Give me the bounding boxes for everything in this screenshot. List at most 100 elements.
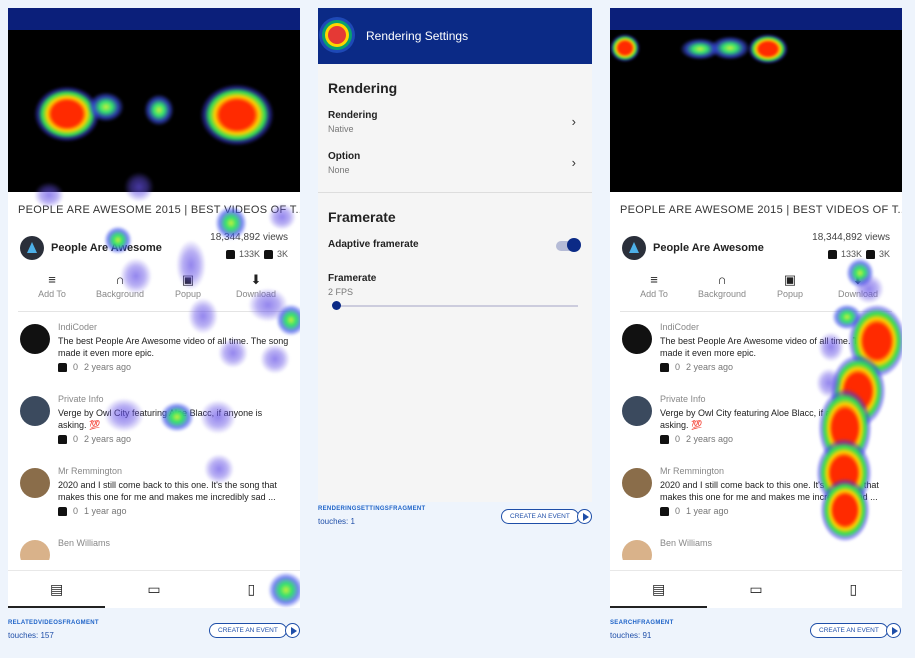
status-bar bbox=[610, 8, 902, 30]
thumb-up-icon[interactable] bbox=[660, 506, 669, 516]
panel-footer: RELATEDVIDEOSFRAGMENT touches: 157 CREAT… bbox=[8, 618, 300, 648]
list-icon: ▭ bbox=[749, 581, 763, 597]
rendering-row[interactable]: Rendering Native › bbox=[318, 104, 592, 145]
like-dislike-row: 133K 3K bbox=[225, 249, 288, 259]
description-tab[interactable]: ▯ bbox=[805, 571, 902, 608]
popup-button[interactable]: ▣ Popup bbox=[154, 272, 222, 311]
app-bar: Rendering Settings bbox=[318, 8, 592, 64]
avatar[interactable] bbox=[20, 396, 50, 426]
related-tab[interactable]: ▭ bbox=[707, 571, 804, 608]
channel-row: People Are Awesome 18,344,892 views 133K… bbox=[610, 228, 902, 272]
comment-user[interactable]: Private Info bbox=[58, 394, 290, 404]
comments-tab[interactable]: ▤ bbox=[8, 571, 106, 608]
dislike-count: 3K bbox=[276, 249, 288, 259]
list-item: IndiCoder The best People Are Awesome vi… bbox=[620, 320, 892, 392]
download-button[interactable]: ⬇ Download bbox=[824, 272, 892, 311]
comment-user[interactable]: Private Info bbox=[660, 394, 892, 404]
bottom-nav: ▤ ▭ ▯ bbox=[8, 570, 300, 608]
avatar[interactable] bbox=[622, 540, 652, 560]
section-title-rendering: Rendering bbox=[328, 80, 398, 96]
avatar[interactable] bbox=[20, 540, 50, 560]
adaptive-framerate-row[interactable]: Adaptive framerate bbox=[318, 233, 592, 267]
list-item: Ben Williams bbox=[18, 536, 290, 560]
comment-list[interactable]: IndiCoder The best People Are Awesome vi… bbox=[610, 312, 902, 560]
thumb-up-icon[interactable] bbox=[225, 249, 235, 259]
add-to-button[interactable]: ≡ Add To bbox=[620, 272, 688, 311]
comment-user[interactable]: IndiCoder bbox=[58, 322, 290, 332]
thumb-up-icon[interactable] bbox=[58, 362, 67, 372]
panel-footer: SEARCHFRAGMENT touches: 91 CREATE AN EVE… bbox=[610, 618, 902, 648]
channel-logo-icon[interactable] bbox=[20, 236, 44, 260]
comment-time: 1 year ago bbox=[84, 506, 127, 516]
avatar[interactable] bbox=[622, 396, 652, 426]
avatar[interactable] bbox=[20, 468, 50, 498]
comment-user[interactable]: Mr Remmington bbox=[660, 466, 892, 476]
related-tab[interactable]: ▭ bbox=[105, 571, 202, 608]
list-item: IndiCoder The best People Are Awesome vi… bbox=[18, 320, 290, 392]
download-label: Download bbox=[235, 289, 277, 299]
video-actions: ≡ Add To ∩ Background ▣ Popup ⬇ Download bbox=[620, 272, 892, 312]
setting-value: None bbox=[328, 165, 350, 175]
like-count: 133K bbox=[840, 249, 862, 259]
list-item: Private Info Verge by Owl City featuring… bbox=[18, 392, 290, 464]
download-icon: ⬇ bbox=[852, 272, 864, 287]
video-player[interactable] bbox=[610, 30, 902, 192]
avatar[interactable] bbox=[622, 468, 652, 498]
setting-value: Native bbox=[328, 124, 354, 134]
avatar[interactable] bbox=[622, 324, 652, 354]
comment-time: 2 years ago bbox=[686, 434, 734, 444]
background-button[interactable]: ∩ Background bbox=[688, 272, 756, 311]
comment-user[interactable]: Ben Williams bbox=[58, 538, 290, 548]
list-icon: ▭ bbox=[147, 581, 161, 597]
comment-user[interactable]: Mr Remmington bbox=[58, 466, 290, 476]
slider-handle[interactable] bbox=[332, 301, 341, 310]
comment-likes: 0 bbox=[675, 362, 681, 372]
thumb-down-icon[interactable] bbox=[263, 249, 273, 259]
channel-logo-icon[interactable] bbox=[622, 236, 646, 260]
picture-in-picture-icon: ▣ bbox=[783, 272, 797, 287]
framerate-row: Framerate 2 FPS bbox=[318, 267, 592, 297]
like-count: 133K bbox=[238, 249, 260, 259]
create-event-button[interactable]: CREATE AN EVENT bbox=[810, 623, 888, 638]
adaptive-framerate-toggle[interactable] bbox=[556, 238, 581, 252]
channel-name[interactable]: People Are Awesome bbox=[653, 242, 764, 254]
related-videos-screen: PEOPLE ARE AWESOME 2015 | BEST VIDEOS OF… bbox=[8, 8, 300, 608]
thumb-up-icon[interactable] bbox=[660, 434, 669, 444]
slider-track bbox=[336, 305, 578, 307]
download-icon: ⬇ bbox=[250, 272, 262, 287]
headphones-icon: ∩ bbox=[115, 272, 125, 287]
thumb-up-icon[interactable] bbox=[660, 362, 669, 372]
touch-count: touches: 157 bbox=[8, 631, 54, 640]
touch-count: touches: 1 bbox=[318, 517, 355, 526]
thumb-up-icon[interactable] bbox=[58, 506, 67, 516]
play-icon[interactable] bbox=[285, 623, 300, 638]
add-to-button[interactable]: ≡ Add To bbox=[18, 272, 86, 311]
channel-name[interactable]: People Are Awesome bbox=[51, 242, 162, 254]
avatar[interactable] bbox=[20, 324, 50, 354]
popup-button[interactable]: ▣ Popup bbox=[756, 272, 824, 311]
create-event-button[interactable]: CREATE AN EVENT bbox=[209, 623, 287, 638]
comment-likes: 0 bbox=[73, 434, 79, 444]
video-player[interactable] bbox=[8, 30, 300, 192]
description-tab[interactable]: ▯ bbox=[203, 571, 300, 608]
thumb-up-icon[interactable] bbox=[58, 434, 67, 444]
play-icon[interactable] bbox=[577, 509, 592, 524]
comment-user[interactable]: IndiCoder bbox=[660, 322, 892, 332]
fragment-name: RELATEDVIDEOSFRAGMENT bbox=[8, 620, 99, 626]
play-icon[interactable] bbox=[886, 623, 901, 638]
comment-text: The best People Are Awesome video of all… bbox=[660, 336, 891, 358]
comment-user[interactable]: Ben Williams bbox=[660, 538, 892, 548]
comments-tab[interactable]: ▤ bbox=[610, 571, 708, 608]
download-button[interactable]: ⬇ Download bbox=[222, 272, 290, 311]
status-bar bbox=[8, 8, 300, 30]
comment-list[interactable]: IndiCoder The best People Are Awesome vi… bbox=[8, 312, 300, 560]
option-row[interactable]: Option None › bbox=[318, 145, 592, 186]
search-screen: PEOPLE ARE AWESOME 2015 | BEST VIDEOS OF… bbox=[610, 8, 902, 608]
playlist-add-icon: ≡ bbox=[48, 272, 56, 287]
framerate-slider[interactable] bbox=[332, 301, 578, 310]
list-item: Mr Remmington 2020 and I still come back… bbox=[620, 464, 892, 536]
thumb-up-icon[interactable] bbox=[827, 249, 837, 259]
create-event-button[interactable]: CREATE AN EVENT bbox=[501, 509, 579, 524]
background-button[interactable]: ∩ Background bbox=[86, 272, 154, 311]
thumb-down-icon[interactable] bbox=[865, 249, 875, 259]
